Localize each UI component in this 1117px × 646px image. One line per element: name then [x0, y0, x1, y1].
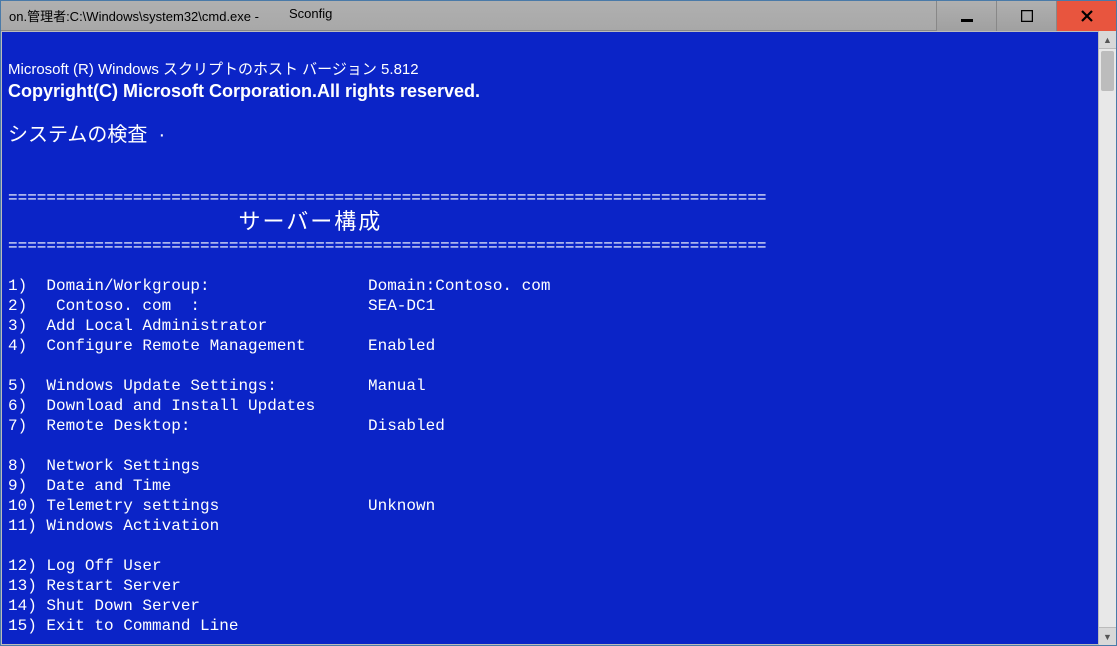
menu-label: 12) Log Off User	[8, 556, 368, 576]
scroll-down-arrow-icon[interactable]: ▼	[1099, 627, 1116, 645]
menu-value: Enabled	[368, 336, 435, 356]
blank-row	[8, 356, 1092, 376]
menu-label: 2) Contoso. com :	[8, 296, 368, 316]
window-controls	[936, 1, 1116, 30]
minimize-icon	[961, 10, 973, 22]
menu-item: 3) Add Local Administrator	[8, 316, 1092, 336]
menu-item: 10) Telemetry settingsUnknown	[8, 496, 1092, 516]
menu-label: 7) Remote Desktop:	[8, 416, 368, 436]
system-check-line: システムの検査 ·	[8, 124, 165, 146]
menu-item: 14) Shut Down Server	[8, 596, 1092, 616]
blank-row	[8, 536, 1092, 556]
menu-value: Domain:Contoso. com	[368, 276, 550, 296]
minimize-button[interactable]	[936, 1, 996, 31]
menu-label: 14) Shut Down Server	[8, 596, 368, 616]
menu-label: 9) Date and Time	[8, 476, 368, 496]
window-body: Microsoft (R) Windows スクリプトのホスト バージョン 5.…	[1, 31, 1116, 645]
menu-label: 13) Restart Server	[8, 576, 368, 596]
section-title: サーバー構成	[238, 209, 382, 234]
menu-label: 11) Windows Activation	[8, 516, 368, 536]
vertical-scrollbar[interactable]: ▲ ▼	[1098, 31, 1116, 645]
scroll-thumb[interactable]	[1101, 51, 1114, 91]
blank-row	[8, 436, 1092, 456]
console-area[interactable]: Microsoft (R) Windows スクリプトのホスト バージョン 5.…	[1, 31, 1098, 645]
cmd-window: on.管理者:C:\Windows\system32\cmd.exe - Sco…	[0, 0, 1117, 646]
menu-value: Manual	[368, 376, 426, 396]
menu-item: 5) Windows Update Settings:Manual	[8, 376, 1092, 396]
menu-label: 15) Exit to Command Line	[8, 616, 368, 636]
close-icon	[1081, 10, 1093, 22]
menu-item: 8) Network Settings	[8, 456, 1092, 476]
menu-item: 7) Remote Desktop:Disabled	[8, 416, 1092, 436]
menu-list: 1) Domain/Workgroup:Domain:Contoso. com2…	[8, 276, 1092, 636]
scroll-track[interactable]	[1099, 49, 1116, 627]
menu-item: 1) Domain/Workgroup:Domain:Contoso. com	[8, 276, 1092, 296]
menu-label: 4) Configure Remote Management	[8, 336, 368, 356]
menu-item: 11) Windows Activation	[8, 516, 1092, 536]
window-title: on.管理者:C:\Windows\system32\cmd.exe - Sco…	[1, 6, 936, 25]
menu-value: Unknown	[368, 496, 435, 516]
menu-label: 3) Add Local Administrator	[8, 316, 368, 336]
copyright-line: Copyright(C) Microsoft Corporation.All r…	[8, 81, 480, 101]
menu-label: 5) Windows Update Settings:	[8, 376, 368, 396]
title-app: Sconfig	[289, 6, 332, 25]
rule-bottom: ========================================…	[8, 237, 767, 255]
menu-item: 15) Exit to Command Line	[8, 616, 1092, 636]
menu-item: 4) Configure Remote ManagementEnabled	[8, 336, 1092, 356]
scroll-up-arrow-icon[interactable]: ▲	[1099, 31, 1116, 49]
maximize-icon	[1021, 10, 1033, 22]
script-host-line: Microsoft (R) Windows スクリプトのホスト バージョン 5.…	[8, 61, 419, 78]
maximize-button[interactable]	[996, 1, 1056, 31]
title-path: on.管理者:C:\Windows\system32\cmd.exe -	[9, 6, 259, 25]
titlebar[interactable]: on.管理者:C:\Windows\system32\cmd.exe - Sco…	[1, 1, 1116, 31]
menu-label: 6) Download and Install Updates	[8, 396, 368, 416]
close-button[interactable]	[1056, 1, 1116, 31]
menu-item: 9) Date and Time	[8, 476, 1092, 496]
menu-item: 13) Restart Server	[8, 576, 1092, 596]
menu-value: Disabled	[368, 416, 445, 436]
menu-item: 6) Download and Install Updates	[8, 396, 1092, 416]
menu-label: 1) Domain/Workgroup:	[8, 276, 368, 296]
menu-item: 12) Log Off User	[8, 556, 1092, 576]
menu-value: SEA-DC1	[368, 296, 435, 316]
rule-top: ========================================…	[8, 189, 767, 207]
menu-item: 2) Contoso. com :SEA-DC1	[8, 296, 1092, 316]
menu-label: 8) Network Settings	[8, 456, 368, 476]
menu-label: 10) Telemetry settings	[8, 496, 368, 516]
